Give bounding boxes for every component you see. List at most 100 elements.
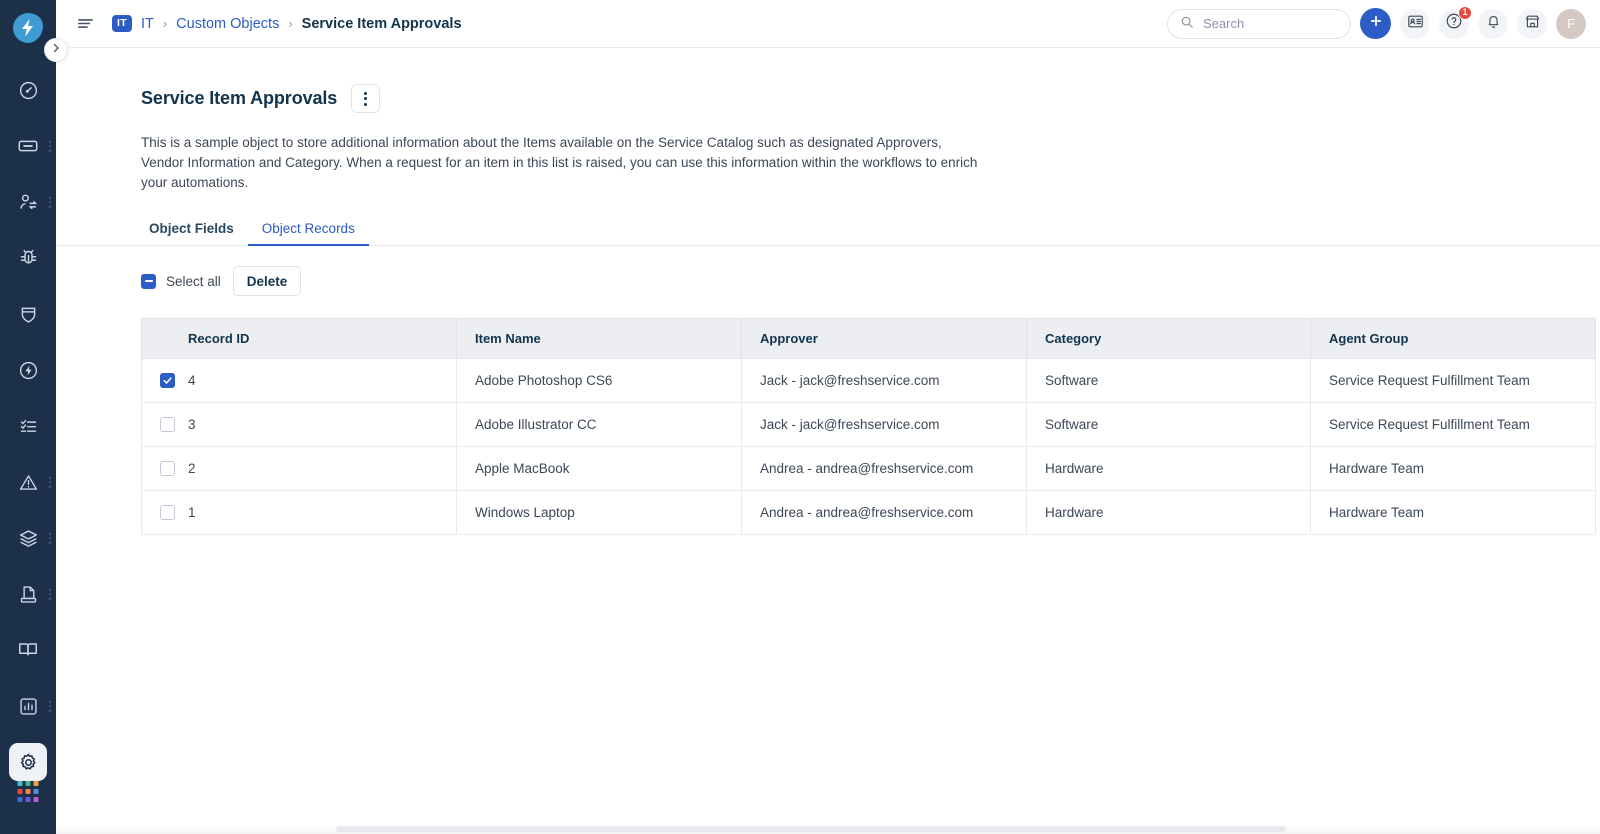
help-button[interactable]: 1 — [1439, 5, 1472, 39]
bar-chart-icon — [9, 687, 47, 725]
column-header-agent-group[interactable]: Agent Group — [1310, 318, 1596, 359]
column-header-category[interactable]: Category — [1026, 318, 1311, 359]
records-table-wrap: Record ID Item Name Approver Category Ag… — [141, 318, 1596, 535]
app-window: IT IT › Custom Objects › Service Item Ap… — [0, 0, 1600, 834]
cell-category: Software — [1026, 358, 1311, 403]
sidebar-item-analytics[interactable] — [0, 684, 56, 728]
search-input[interactable] — [1201, 15, 1331, 32]
cell-item-name: Adobe Illustrator CC — [456, 402, 742, 447]
gear-icon — [9, 743, 47, 781]
cell-category: Hardware — [1026, 490, 1311, 535]
chevron-right-icon — [50, 41, 62, 59]
cell-item-name: Apple MacBook — [456, 446, 742, 491]
select-all-control[interactable]: Select all — [141, 273, 221, 289]
tab-list: Object Fields Object Records — [141, 221, 1600, 246]
cell-item-name: Windows Laptop — [456, 490, 742, 535]
row-checkbox[interactable] — [160, 461, 175, 476]
table-head: Record ID Item Name Approver Category Ag… — [141, 318, 1596, 359]
horizontal-scrollbar-thumb[interactable] — [336, 826, 1286, 832]
tab-object-records[interactable]: Object Records — [247, 221, 369, 246]
sidebar-item-menu-dots[interactable] — [48, 476, 51, 488]
content-inner: Service Item Approvals This is a sample … — [56, 48, 1600, 535]
sidebar-item-assets[interactable] — [0, 516, 56, 560]
sidebar-item-problems[interactable] — [0, 236, 56, 280]
contract-icon — [9, 575, 47, 613]
tab-object-fields[interactable]: Object Fields — [141, 221, 248, 245]
contact-card-icon — [1407, 13, 1424, 35]
sidebar-item-tickets[interactable] — [0, 124, 56, 168]
rail-item-list — [0, 68, 56, 796]
column-header-item-name[interactable]: Item Name — [456, 318, 742, 359]
sidebar-item-dashboard[interactable] — [0, 68, 56, 112]
table-header-row: Record ID Item Name Approver Category Ag… — [141, 318, 1596, 359]
marketplace-button[interactable] — [1517, 8, 1547, 39]
alert-triangle-icon — [9, 463, 47, 501]
sidebar-item-solutions[interactable] — [0, 628, 56, 672]
sidebar-item-contracts[interactable] — [0, 572, 56, 616]
table-row[interactable]: 3 Adobe Illustrator CC Jack - jack@fresh… — [141, 402, 1596, 447]
dashboard-gauge-icon — [9, 71, 47, 109]
app-grid-dots — [17, 781, 39, 802]
cell-record-id: 3 — [141, 402, 457, 447]
layers-icon — [9, 519, 47, 557]
page-title: Service Item Approvals — [141, 88, 338, 108]
search-icon — [1180, 15, 1194, 32]
sidebar-item-menu-dots[interactable] — [48, 196, 51, 208]
row-checkbox[interactable] — [160, 417, 175, 432]
contacts-button[interactable] — [1400, 8, 1430, 39]
freshservice-bolt-logo[interactable] — [10, 10, 46, 46]
sidebar-item-requesters[interactable] — [0, 180, 56, 224]
sidebar-collapse-toggle[interactable] — [44, 38, 68, 62]
cell-item-name: Adobe Photoshop CS6 — [456, 358, 742, 403]
more-vertical-icon — [364, 91, 368, 106]
row-checkbox[interactable] — [160, 505, 175, 520]
page-header: Service Item Approvals — [141, 84, 1600, 113]
cell-record-id: 4 — [141, 358, 457, 403]
table-row[interactable]: 4 Adobe Photoshop CS6 Jack - jack@freshs… — [141, 358, 1596, 403]
sidebar-item-tasks[interactable] — [0, 404, 56, 448]
cell-approver: Andrea - andrea@freshservice.com — [741, 446, 1027, 491]
hamburger-icon[interactable] — [74, 13, 96, 35]
sidebar-item-alerts[interactable] — [0, 460, 56, 504]
records-table: Record ID Item Name Approver Category Ag… — [141, 318, 1596, 535]
plus-icon — [1368, 13, 1384, 34]
search-box[interactable] — [1167, 8, 1351, 39]
breadcrumb-workspace-link[interactable]: IT — [141, 16, 154, 32]
column-header-record-id[interactable]: Record ID — [141, 318, 457, 359]
app-grid-icon[interactable] — [17, 781, 39, 802]
sidebar-item-menu-dots[interactable] — [48, 140, 51, 152]
table-row[interactable]: 2 Apple MacBook Andrea - andrea@freshser… — [141, 446, 1596, 491]
cell-agent-group: Service Request Fulfillment Team — [1310, 358, 1596, 403]
ticket-icon — [9, 127, 47, 165]
table-row[interactable]: 1 Windows Laptop Andrea - andrea@freshse… — [141, 490, 1596, 535]
cell-approver: Andrea - andrea@freshservice.com — [741, 490, 1027, 535]
sidebar-item-changes[interactable] — [0, 348, 56, 392]
record-id-value: 1 — [188, 505, 196, 520]
workspace-badge[interactable]: IT — [112, 15, 132, 32]
records-toolbar: Select all Delete — [141, 266, 1600, 296]
cell-agent-group: Service Request Fulfillment Team — [1310, 402, 1596, 447]
cell-category: Software — [1026, 402, 1311, 447]
shield-icon — [9, 295, 47, 333]
page-actions-menu-button[interactable] — [351, 84, 381, 113]
row-checkbox[interactable] — [160, 373, 175, 388]
select-all-checkbox[interactable] — [141, 273, 156, 289]
select-all-label: Select all — [166, 273, 221, 289]
delete-button[interactable]: Delete — [232, 266, 302, 296]
cell-approver: Jack - jack@freshservice.com — [741, 402, 1027, 447]
breadcrumb-custom-objects-link[interactable]: Custom Objects — [176, 16, 279, 32]
sidebar-item-menu-dots[interactable] — [48, 700, 51, 712]
table-body: 4 Adobe Photoshop CS6 Jack - jack@freshs… — [141, 358, 1596, 535]
new-button[interactable] — [1360, 8, 1391, 39]
column-header-approver[interactable]: Approver — [741, 318, 1027, 359]
avatar[interactable]: F — [1556, 8, 1586, 39]
notifications-button[interactable] — [1478, 8, 1508, 39]
sidebar-item-menu-dots[interactable] — [48, 532, 51, 544]
main-area: IT IT › Custom Objects › Service Item Ap… — [56, 0, 1600, 834]
page-description: This is a sample object to store additio… — [141, 135, 978, 190]
sidebar-item-releases[interactable] — [0, 292, 56, 336]
sidebar-item-admin[interactable] — [0, 740, 56, 784]
horizontal-scrollbar[interactable] — [56, 824, 1600, 834]
book-icon — [9, 631, 47, 669]
sidebar-item-menu-dots[interactable] — [48, 588, 51, 600]
